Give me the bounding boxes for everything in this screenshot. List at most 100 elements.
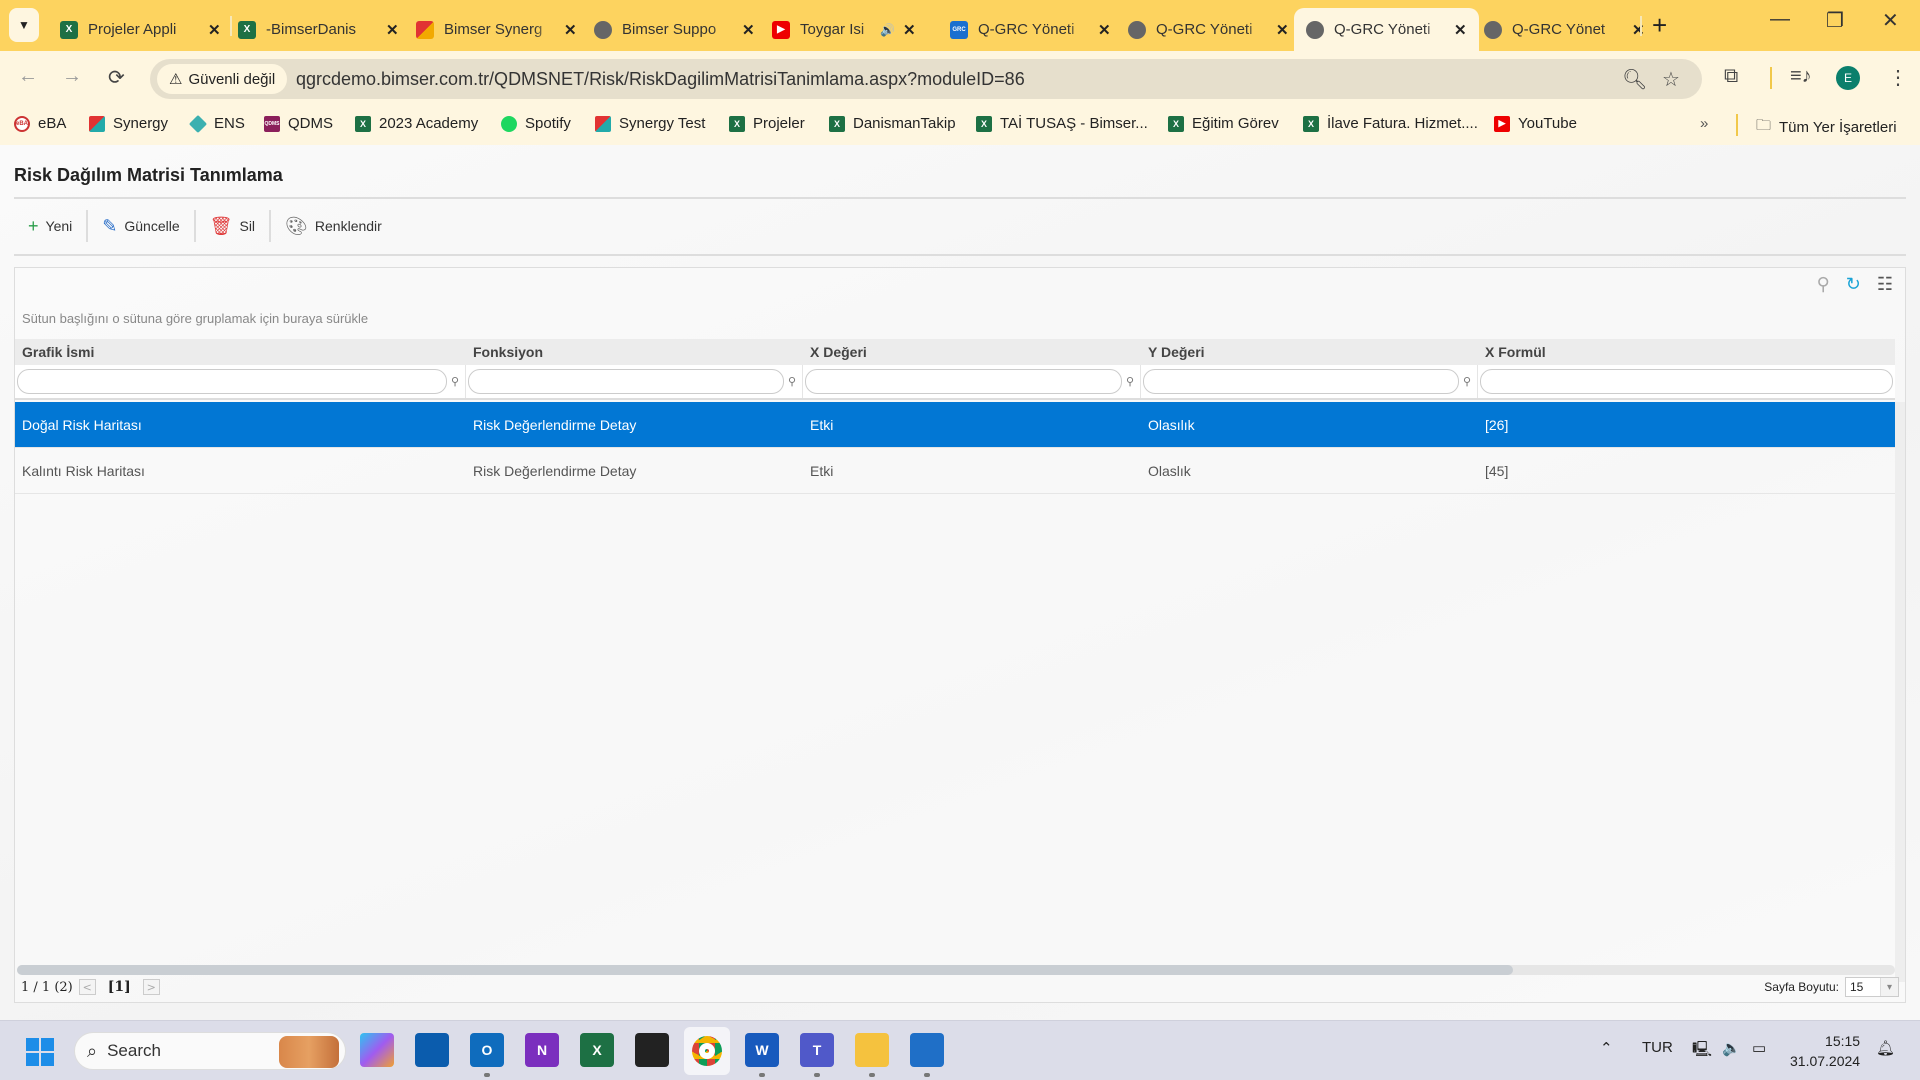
bookmark-item[interactable]: Synergy Test xyxy=(595,115,705,132)
filter-input[interactable] xyxy=(1143,369,1459,394)
onenote-icon[interactable]: N xyxy=(525,1033,559,1067)
update-button[interactable]: ✎ Güncelle xyxy=(88,210,196,242)
refresh-icon[interactable]: ↻ xyxy=(1846,274,1861,295)
scrollbar-thumb[interactable] xyxy=(17,965,1513,975)
table-row[interactable]: Kalıntı Risk Haritası Risk Değerlendirme… xyxy=(15,448,1895,494)
notifications-bell-icon[interactable]: 🔔︎ xyxy=(1876,1039,1895,1057)
extensions-icon[interactable]: ⧉ xyxy=(1724,65,1738,88)
excel-icon[interactable]: X xyxy=(580,1033,614,1067)
close-tab-icon[interactable]: ✕ xyxy=(1276,21,1289,39)
security-app-icon[interactable] xyxy=(910,1033,944,1067)
filter-icon[interactable]: ⚲ xyxy=(1459,375,1475,388)
more-bookmarks-button[interactable]: » xyxy=(1700,115,1708,132)
close-tab-icon[interactable]: ✕ xyxy=(564,21,577,39)
start-button[interactable] xyxy=(26,1038,54,1066)
profile-avatar[interactable]: E xyxy=(1836,66,1860,90)
column-header[interactable]: Y Değeri xyxy=(1141,339,1478,365)
close-tab-icon[interactable]: ✕ xyxy=(903,21,916,39)
network-icon[interactable]: 🖳 xyxy=(1692,1039,1712,1064)
close-tab-icon[interactable]: ✕ xyxy=(742,21,755,39)
vertical-scrollbar[interactable] xyxy=(1895,402,1905,982)
audio-playing-icon[interactable]: 🔊 xyxy=(880,23,895,37)
restore-button[interactable]: ❐ xyxy=(1826,8,1844,33)
teams-icon[interactable]: T xyxy=(800,1033,834,1067)
bookmark-star-icon[interactable]: ☆ xyxy=(1662,67,1680,92)
group-panel[interactable]: Sütun başlığını o sütuna göre gruplamak … xyxy=(22,311,368,326)
close-tab-icon[interactable]: ✕ xyxy=(1098,21,1111,39)
new-tab-button[interactable]: + xyxy=(1652,10,1667,41)
clock[interactable]: 15:15 31.07.2024 xyxy=(1790,1031,1860,1071)
widgets-icon[interactable] xyxy=(415,1033,449,1067)
filter-input[interactable] xyxy=(17,369,447,394)
colorize-button[interactable]: 🎨︎ Renklendir xyxy=(271,210,396,242)
bookmark-item[interactable]: X DanismanTakip xyxy=(829,115,956,132)
page-size-select[interactable]: 15 ▾ xyxy=(1845,977,1899,997)
battery-icon[interactable]: ▭ xyxy=(1752,1039,1766,1057)
bookmark-item[interactable]: X İlave Fatura. Hizmet.... xyxy=(1303,115,1478,132)
horizontal-scrollbar[interactable] xyxy=(17,965,1895,975)
column-header[interactable]: X Değeri xyxy=(803,339,1141,365)
bookmark-item[interactable]: Synergy xyxy=(89,115,168,132)
filter-icon[interactable]: ⚲ xyxy=(784,375,800,388)
copilot-icon[interactable] xyxy=(360,1033,394,1067)
address-bar[interactable]: ⚠ Güvenli değil qgrcdemo.bimser.com.tr/Q… xyxy=(150,59,1702,99)
close-tab-icon[interactable]: ✕ xyxy=(208,21,221,39)
delete-button[interactable]: 🗑︎ Sil xyxy=(196,210,272,242)
browser-tab[interactable]: Bimser Synerg ✕ xyxy=(404,8,589,51)
current-page[interactable]: [1] xyxy=(108,979,131,995)
browser-tab[interactable]: Q-GRC Yönet ✕ xyxy=(1472,8,1657,51)
column-settings-icon[interactable]: ☷ xyxy=(1877,274,1893,295)
bookmark-item[interactable]: Spotify xyxy=(501,115,571,132)
close-tab-icon[interactable]: ✕ xyxy=(1454,21,1467,39)
filter-input[interactable] xyxy=(468,369,784,394)
minimize-button[interactable]: — xyxy=(1770,8,1790,31)
taskbar-search[interactable]: ⌕ Search xyxy=(74,1032,346,1070)
browser-tab[interactable]: X Projeler Appli ✕ xyxy=(48,8,233,51)
bookmark-item[interactable]: X 2023 Academy xyxy=(355,115,478,132)
clear-filter-icon[interactable]: ⚲ xyxy=(1817,274,1830,295)
prev-page-button[interactable]: < xyxy=(78,979,96,995)
column-header[interactable]: Grafik İsmi xyxy=(15,339,466,365)
bookmark-item[interactable]: X TAİ TUSAŞ - Bimser... xyxy=(976,115,1148,132)
language-indicator[interactable]: TUR xyxy=(1642,1039,1673,1056)
filter-icon[interactable]: ⚲ xyxy=(1122,375,1138,388)
browser-tab[interactable]: GRC Q-GRC Yöneti ✕ xyxy=(938,8,1123,51)
close-window-button[interactable]: ✕ xyxy=(1882,8,1899,33)
bookmark-item[interactable]: X Eğitim Görev xyxy=(1168,115,1279,132)
show-hidden-icons-button[interactable]: ⌃ xyxy=(1600,1039,1613,1057)
outlook-icon[interactable]: O xyxy=(470,1033,504,1067)
browser-tab[interactable]: Q-GRC Yöneti ✕ xyxy=(1116,8,1301,51)
reload-button[interactable]: ⟳ xyxy=(108,65,125,90)
back-button[interactable]: ← xyxy=(18,65,38,88)
tab-search-button[interactable]: ▼ xyxy=(9,8,39,42)
forward-button[interactable]: → xyxy=(62,65,82,88)
browser-tab-active[interactable]: Q-GRC Yöneti ✕ xyxy=(1294,8,1479,51)
sticky-notes-icon[interactable] xyxy=(635,1033,669,1067)
bookmark-item[interactable]: QDMS QDMS xyxy=(264,115,333,132)
chrome-icon[interactable] xyxy=(684,1027,730,1075)
url-text[interactable]: qgrcdemo.bimser.com.tr/QDMSNET/Risk/Risk… xyxy=(296,69,1025,90)
bookmark-item[interactable]: ▶ YouTube xyxy=(1494,115,1577,132)
filter-input[interactable] xyxy=(805,369,1122,394)
table-row-selected[interactable]: Doğal Risk Haritası Risk Değerlendirme D… xyxy=(15,402,1895,448)
column-header[interactable]: Fonksiyon xyxy=(466,339,803,365)
close-tab-icon[interactable]: ✕ xyxy=(386,21,399,39)
zoom-icon[interactable]: 🔍︎ xyxy=(1622,67,1647,92)
bookmark-item[interactable]: X Projeler xyxy=(729,115,805,132)
browser-tab[interactable]: ▶ Toygar Isi 🔊 ✕ xyxy=(760,8,928,51)
file-explorer-icon[interactable] xyxy=(855,1033,889,1067)
security-indicator[interactable]: ⚠ Güvenli değil xyxy=(157,64,288,94)
menu-kebab-icon[interactable]: ⋮ xyxy=(1888,65,1908,90)
volume-icon[interactable]: 🔈 xyxy=(1722,1039,1741,1057)
filter-input[interactable] xyxy=(1480,369,1893,394)
column-header[interactable]: X Formül xyxy=(1478,339,1895,365)
close-tab-icon[interactable]: ✕ xyxy=(1632,21,1645,39)
browser-tab[interactable]: X -BimserDanis ✕ xyxy=(226,8,411,51)
bookmark-item[interactable]: eBA eBA xyxy=(14,115,66,132)
browser-tab[interactable]: Bimser Suppo ✕ xyxy=(582,8,767,51)
word-icon[interactable]: W xyxy=(745,1033,779,1067)
next-page-button[interactable]: > xyxy=(142,979,160,995)
all-bookmarks-button[interactable]: 🗀 Tüm Yer İşaretleri xyxy=(1756,115,1897,140)
media-control-icon[interactable]: ≡♪ xyxy=(1790,65,1812,88)
bookmark-item[interactable]: ENS xyxy=(188,114,245,133)
